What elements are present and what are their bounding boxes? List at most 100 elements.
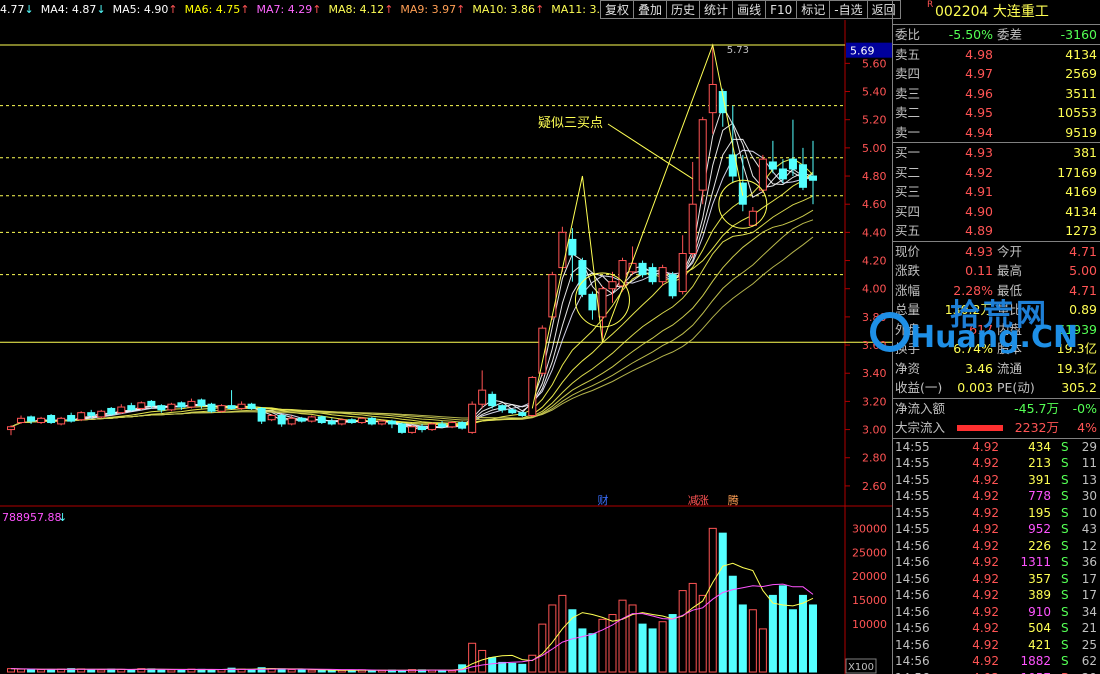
volume-bar[interactable]: [678, 590, 687, 673]
volume-bar[interactable]: [27, 668, 36, 673]
volume-bar[interactable]: [578, 628, 587, 673]
tick-row[interactable]: 14:55 4.92 434 S 29: [893, 439, 1100, 456]
tick-row[interactable]: 14:56 4.92 421 S 25: [893, 637, 1100, 654]
stock-header[interactable]: R 002204 大连重工: [893, 0, 1100, 24]
toolbar-button-2[interactable]: 历史: [666, 0, 701, 19]
volume-bar[interactable]: [297, 669, 306, 673]
candle[interactable]: [578, 257, 587, 298]
volume-bar[interactable]: [317, 669, 326, 673]
volume-bar[interactable]: [448, 670, 457, 673]
candle[interactable]: [107, 407, 116, 416]
candle[interactable]: [97, 409, 106, 419]
tick-row[interactable]: 14:56 4.92 389 S 17: [893, 587, 1100, 604]
volume-bar[interactable]: [718, 532, 727, 673]
candle[interactable]: [407, 425, 417, 434]
toolbar-button-4[interactable]: 画线: [732, 0, 767, 19]
volume-bar[interactable]: [698, 594, 707, 673]
candle[interactable]: [167, 402, 176, 412]
volume-bar[interactable]: [207, 669, 216, 673]
volume-bar[interactable]: [558, 594, 567, 673]
candle[interactable]: [217, 404, 226, 413]
candle[interactable]: [428, 422, 437, 431]
volume-bar[interactable]: [648, 628, 657, 673]
candle[interactable]: [317, 415, 326, 424]
candle[interactable]: [37, 416, 46, 424]
volume-bar[interactable]: [37, 669, 46, 673]
toolbar-button-7[interactable]: -自选: [829, 0, 868, 19]
candle[interactable]: [257, 407, 266, 424]
candle[interactable]: [47, 414, 56, 424]
candle[interactable]: [548, 271, 557, 320]
volume-bar[interactable]: [788, 609, 797, 673]
tick-row[interactable]: 14:55 4.92 391 S 13: [893, 472, 1100, 489]
candle[interactable]: [558, 226, 567, 272]
candle[interactable]: [207, 402, 216, 413]
tick-row[interactable]: 14:55 4.92 778 S 30: [893, 488, 1100, 505]
volume-bar[interactable]: [808, 604, 817, 673]
volume-bar[interactable]: [287, 669, 296, 673]
volume-bar[interactable]: [538, 623, 547, 673]
volume-bar[interactable]: [568, 609, 577, 673]
volume-bar[interactable]: [588, 633, 597, 673]
candle[interactable]: [448, 421, 457, 429]
tick-row[interactable]: 14:56 4.92 357 S 17: [893, 571, 1100, 588]
toolbar-button-3[interactable]: 统计: [699, 0, 734, 19]
tick-row[interactable]: 14:55 4.92 952 S 43: [893, 521, 1100, 538]
volume-bar[interactable]: [598, 618, 607, 673]
volume-bar[interactable]: [498, 661, 507, 673]
candle[interactable]: [488, 391, 497, 409]
volume-bar[interactable]: [327, 670, 336, 673]
volume-bar[interactable]: [768, 594, 777, 673]
candle[interactable]: [397, 422, 406, 434]
event-marker[interactable]: 涨: [698, 494, 709, 507]
volume-bar[interactable]: [688, 582, 697, 673]
toolbar-button-5[interactable]: F10: [765, 0, 798, 19]
candle[interactable]: [77, 411, 86, 422]
toolbar-button-1[interactable]: 叠加: [633, 0, 668, 19]
volume-bar[interactable]: [17, 668, 26, 673]
kline-chart[interactable]: 5.60 5.40 5.20 5.00 4.80 4.60 4.40 4.20 4.00 3.80…: [0, 20, 892, 674]
volume-bar[interactable]: [738, 604, 747, 673]
volume-bar[interactable]: [528, 654, 537, 673]
candle[interactable]: [57, 416, 66, 426]
volume-bar[interactable]: [518, 663, 527, 673]
candle[interactable]: [357, 416, 366, 424]
volume-bar[interactable]: [307, 669, 316, 673]
tick-row[interactable]: 14:56 4.92 1882 S 62: [893, 653, 1100, 670]
candle[interactable]: [267, 414, 276, 422]
volume-bar[interactable]: [748, 609, 757, 673]
volume-bar[interactable]: [798, 594, 807, 673]
candle[interactable]: [307, 415, 316, 423]
candle[interactable]: [137, 401, 146, 410]
volume-bar[interactable]: [47, 669, 56, 673]
volume-bar[interactable]: [247, 669, 256, 673]
candle[interactable]: [638, 260, 647, 278]
volume-bar[interactable]: [778, 585, 787, 673]
volume-bar[interactable]: [157, 669, 166, 673]
toolbar-button-6[interactable]: 标记: [796, 0, 831, 19]
candle[interactable]: [468, 401, 477, 434]
volume-bar[interactable]: [668, 614, 677, 673]
tick-row[interactable]: 14:56 4.92 1311 S 36: [893, 554, 1100, 571]
candle[interactable]: [337, 418, 346, 426]
tick-row[interactable]: 14:55 4.92 195 S 10: [893, 505, 1100, 522]
toolbar-button-0[interactable]: 复权: [600, 0, 635, 19]
tick-row[interactable]: 14:56 4.93 1057 B 29: [893, 670, 1100, 674]
tick-row[interactable]: 14:56 4.92 226 S 12: [893, 538, 1100, 555]
volume-bar[interactable]: [458, 664, 467, 673]
volume-bar[interactable]: [638, 623, 647, 673]
volume-bar[interactable]: [87, 669, 96, 673]
volume-bar[interactable]: [658, 621, 667, 673]
candle[interactable]: [247, 402, 256, 410]
volume-bar[interactable]: [618, 599, 627, 673]
tick-row[interactable]: 14:55 4.92 213 S 11: [893, 455, 1100, 472]
candle[interactable]: [668, 271, 677, 299]
event-marker[interactable]: 腾: [728, 493, 739, 507]
volume-bar[interactable]: [758, 628, 767, 673]
tick-row[interactable]: 14:56 4.92 910 S 34: [893, 604, 1100, 621]
volume-bar[interactable]: [508, 662, 517, 673]
tick-row[interactable]: 14:56 4.92 504 S 21: [893, 620, 1100, 637]
volume-bar[interactable]: [167, 669, 176, 673]
candle[interactable]: [367, 416, 376, 426]
event-marker[interactable]: 财: [597, 493, 608, 507]
